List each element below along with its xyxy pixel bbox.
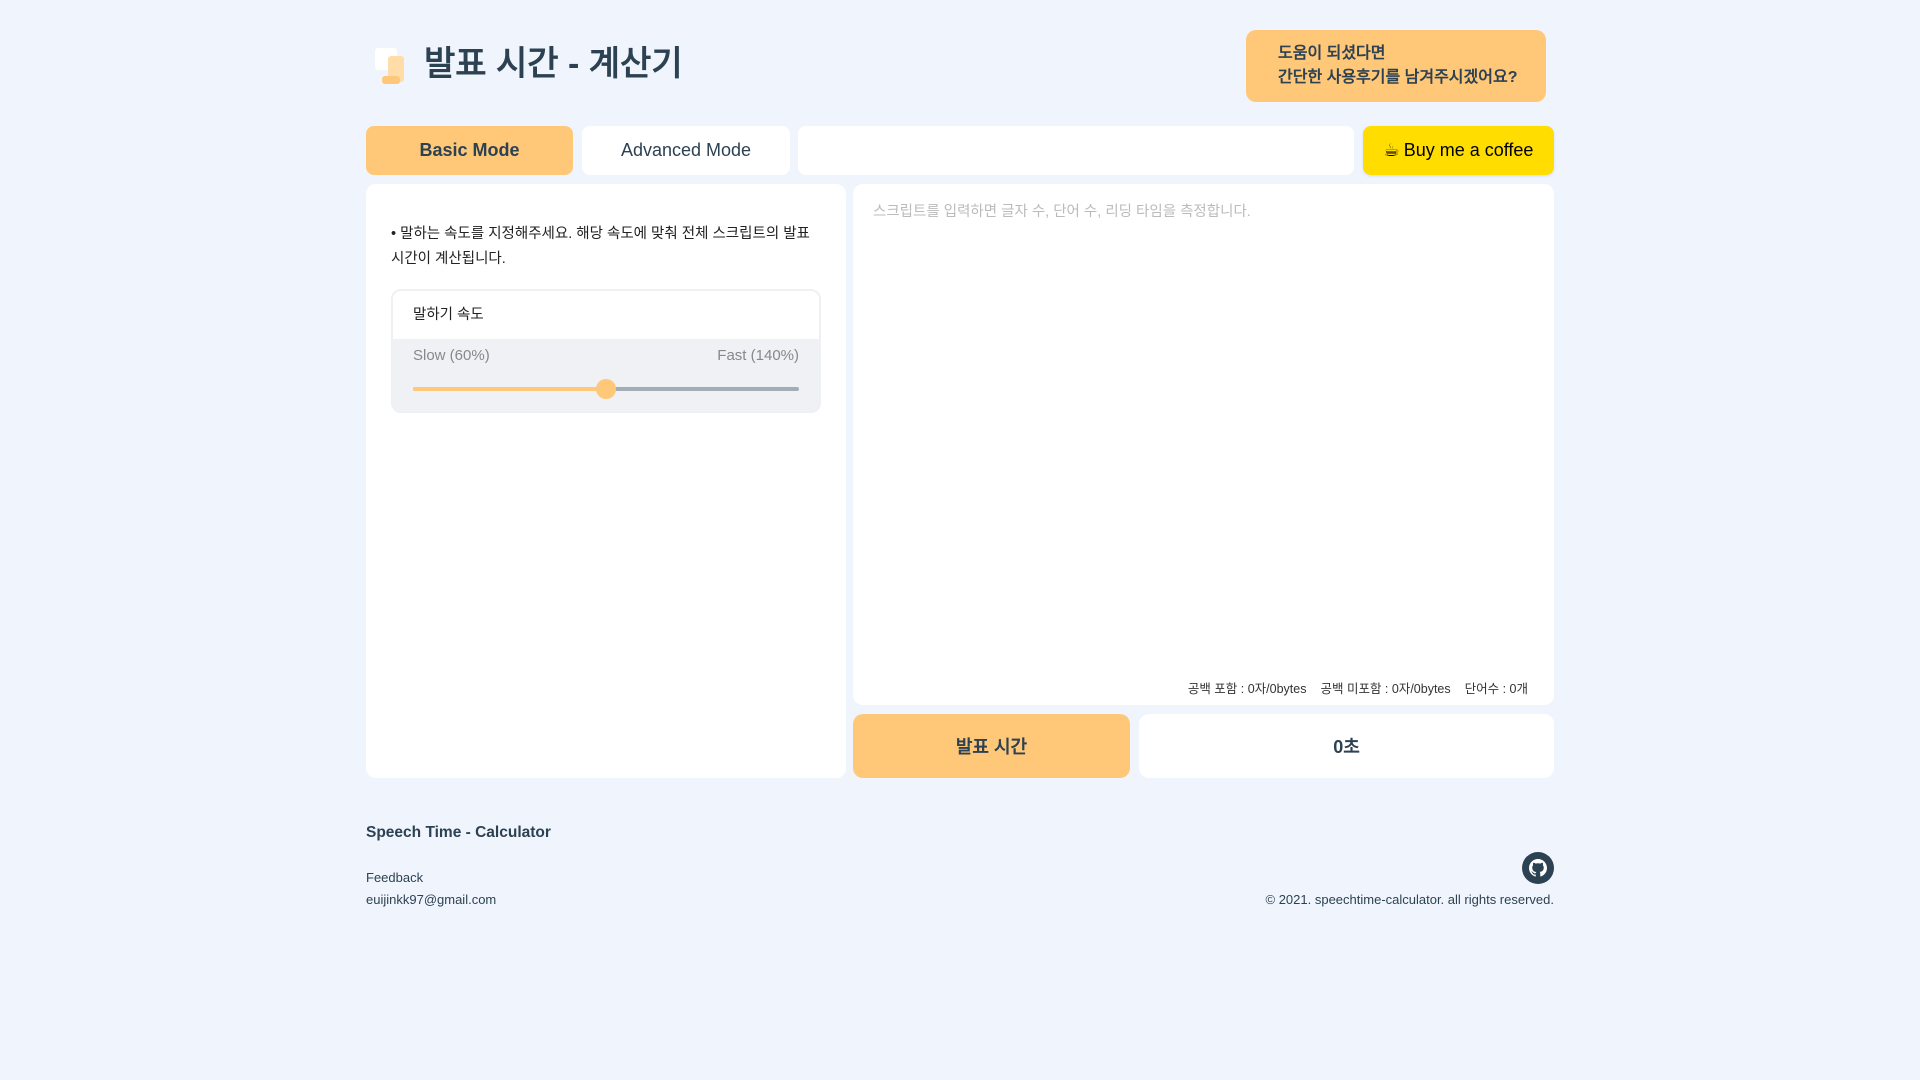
footer-title: Speech Time - Calculator [366, 824, 551, 841]
github-link[interactable] [1522, 852, 1554, 884]
feedback-label: Feedback [366, 870, 424, 885]
coffee-icon: ☕ [1383, 140, 1400, 160]
fast-label: Fast (140%) [717, 347, 799, 364]
speed-card: 말하기 속도 Slow (60%) Fast (140%) [391, 289, 821, 413]
tab-basic-mode[interactable]: Basic Mode [366, 126, 573, 175]
speed-slider-fill [413, 387, 606, 391]
speed-title: 말하기 속도 [393, 291, 819, 339]
count-words: 단어수 : 0개 [1464, 682, 1528, 696]
slow-label: Slow (60%) [413, 347, 490, 364]
count-without-space: 공백 미포함 : 0자/0bytes [1320, 682, 1451, 696]
speed-slider[interactable] [413, 379, 799, 399]
github-icon [1529, 859, 1547, 877]
count-with-space: 공백 포함 : 0자/0bytes [1187, 682, 1307, 696]
page-title: 발표 시간 - 계산기 [424, 45, 683, 83]
feedback-email[interactable]: euijinkk97@gmail.com [366, 892, 496, 907]
speech-time-result: 0초 [1139, 714, 1554, 778]
review-request-button[interactable]: 도움이 되셨다면 간단한 사용후기를 남겨주시겠어요? [1246, 30, 1546, 102]
help-line-1: 도움이 되셨다면 [1278, 45, 1386, 62]
tab-advanced-mode[interactable]: Advanced Mode [582, 126, 790, 175]
speed-slider-thumb[interactable] [596, 379, 616, 399]
tab-bar-spacer [798, 126, 1354, 175]
speed-description: • 말하는 속도를 지정해주세요. 해당 속도에 맞춰 전체 스크립트의 발표 … [391, 226, 810, 267]
count-stats: 공백 포함 : 0자/0bytes 공백 미포함 : 0자/0bytes 단어수… [1188, 678, 1528, 697]
buy-me-a-coffee-button[interactable]: ☕ Buy me a coffee [1363, 126, 1554, 175]
settings-panel [366, 184, 846, 778]
calculate-time-button[interactable]: 발표 시간 [853, 714, 1130, 778]
help-line-2: 간단한 사용후기를 남겨주시겠어요? [1278, 69, 1518, 86]
script-input[interactable] [873, 200, 1533, 660]
coffee-label: Buy me a coffee [1403, 140, 1534, 160]
logo-icon [375, 48, 404, 84]
copyright: © 2021. speechtime-calculator. all right… [1265, 892, 1555, 907]
